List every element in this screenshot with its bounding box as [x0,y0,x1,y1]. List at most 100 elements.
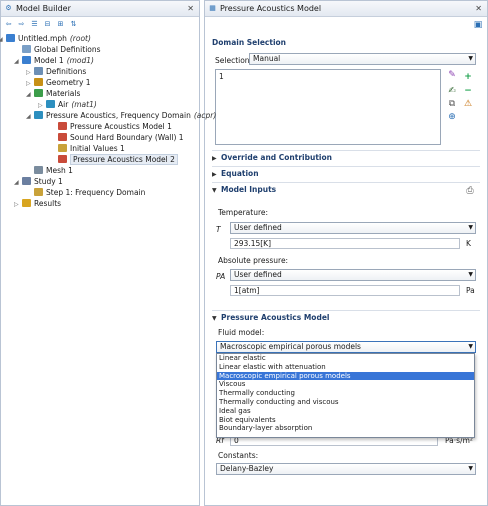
fluid-model-option[interactable]: Thermally conducting [217,389,474,398]
temperature-value: 293.15[K] [234,239,272,248]
tree-node[interactable]: ◢ Pressure Acoustics, Frequency Domain (ac… [26,110,216,121]
fluid-model-option[interactable]: Thermally conducting and viscous [217,398,474,407]
root-icon [6,34,15,42]
selection-combo-value: Manual [253,54,281,63]
close-icon[interactable]: ✕ [185,4,196,13]
material-icon [46,100,55,108]
tree-node-label: Global Definitions [34,45,101,54]
initial-values-icon [58,144,67,152]
results-icon [22,199,31,207]
domain-selection-header-label: Domain Selection [212,38,287,47]
override-header-label: Override and Contribution [221,153,332,162]
fluid-model-dropdown-list[interactable]: Linear elastic Linear elastic with attenu… [216,353,475,438]
tree-node-label: Definitions [46,67,87,76]
model-icon [22,56,31,64]
collapse-all-icon[interactable]: ⊟ [43,20,52,29]
pressure-acoustics-model-header[interactable]: ▼ Pressure Acoustics Model [212,311,480,325]
model-inputs-header[interactable]: ▼ Model Inputs [212,183,480,197]
close-icon[interactable]: ✕ [473,4,484,13]
remove-icon[interactable]: − [463,86,473,96]
domain-selection-header[interactable]: Domain Selection [212,36,480,50]
clear-selection-icon[interactable]: ⚠ [463,99,473,109]
tree-node-label: Initial Values 1 [70,144,125,153]
back-icon[interactable]: ⇦ [4,20,13,29]
equation-header-label: Equation [221,169,259,178]
tree-node[interactable]: ▷ Geometry 1 [26,77,91,88]
temperature-label: Temperature: [218,208,269,217]
activate-selection-icon[interactable]: ✎ [447,70,457,80]
tree-node[interactable]: ▷ Definitions [26,66,86,77]
model-inputs-header-label: Model Inputs [221,185,277,194]
tree-node[interactable]: ◢ Study 1 [14,176,63,187]
tree-node[interactable]: Pressure Acoustics Model 2 [50,154,178,165]
tree-node[interactable]: Initial Values 1 [50,143,125,154]
tree-node[interactable]: Step 1: Frequency Domain [26,187,145,198]
chevron-down-icon: ▼ [468,465,473,472]
tree-node-tag: (root) [69,34,91,43]
compute-icon[interactable]: ▣ [473,20,483,30]
global-icon [22,45,31,53]
domain-list-item[interactable]: 1 [219,72,224,81]
fluid-model-combo[interactable]: Macroscopic empirical porous models ▼ [216,341,476,353]
tree-node[interactable]: ◢ Model 1 (mod1) [14,55,94,66]
fluid-model-option[interactable]: Ideal gas [217,407,474,416]
pressure-value: 1[atm] [234,286,260,295]
show-icon[interactable]: ☰ [30,20,39,29]
fluid-model-option[interactable]: Viscous [217,380,474,389]
pressure-input[interactable]: 1[atm] [230,285,460,296]
constants-combo[interactable]: Delany-Bazley ▼ [216,463,476,475]
expand-toggle-icon[interactable]: ◢ [26,111,34,122]
tree-node-tag: (mat1) [71,100,97,109]
fluid-model-option[interactable]: Linear elastic with attenuation [217,363,474,372]
temperature-source-combo[interactable]: User defined ▼ [230,222,476,234]
domain-list[interactable]: 1 [215,69,441,145]
model-builder-toolbar: ⇦ ⇨ ☰ ⊟ ⊞ ⇅ [1,17,199,31]
model-builder-title: Model Builder [16,4,71,13]
tree-node[interactable]: Sound Hard Boundary (Wall) 1 [50,132,184,143]
expand-all-icon[interactable]: ⊞ [56,20,65,29]
model-input-icon[interactable]: ⎙ [465,186,475,196]
tree-node-label: Results [34,199,62,208]
expand-toggle-icon[interactable]: ◢ [26,89,34,100]
fluid-model-option[interactable]: Macroscopic empirical porous models [217,371,474,381]
add-icon[interactable]: + [463,72,473,82]
override-header[interactable]: ▶ Override and Contribution [212,151,480,165]
settings-icon: ▦ [209,4,216,12]
fluid-model-option[interactable]: Biot equivalents [217,416,474,425]
tree-node[interactable]: ▷ Results [14,198,61,209]
tree-node[interactable]: Pressure Acoustics Model 1 [50,121,172,132]
tree-node-label: Pressure Acoustics Model 1 [70,122,172,131]
temperature-input[interactable]: 293.15[K] [230,238,460,249]
tree-node[interactable]: ▷ Air (mat1) [38,99,97,110]
chevron-down-icon: ▼ [212,315,217,322]
chevron-down-icon: ▼ [212,187,217,194]
tree-node-label: Pressure Acoustics, Frequency Domain [46,111,191,120]
equation-header[interactable]: ▶ Equation [212,167,480,181]
tree-node-label: Air [58,100,69,109]
tree-node-label: Untitled.mph [18,34,67,43]
fluid-model-option[interactable]: Boundary-layer absorption [217,424,474,433]
chevron-down-icon: ▼ [468,271,473,278]
selection-combo[interactable]: Manual ▼ [249,53,476,65]
chevron-right-icon: ▶ [212,155,217,162]
tree-node[interactable]: ◢ Materials [26,88,80,99]
feature-icon [58,155,67,163]
forward-icon[interactable]: ⇨ [17,20,26,29]
paste-icon[interactable]: ⧉ [447,99,457,109]
tree-node[interactable]: Global Definitions [14,44,101,55]
tree-node[interactable]: Mesh 1 [26,165,73,176]
pressure-source-combo[interactable]: User defined ▼ [230,269,476,281]
tree-node[interactable]: ◢ Untitled.mph (root) [0,33,91,44]
fluid-model-option[interactable]: Linear elastic [217,354,474,363]
tree-node-label: Study 1 [34,177,63,186]
copy-icon[interactable]: ✍ [447,86,457,96]
expand-toggle-icon[interactable]: ▷ [14,199,22,210]
tree-node-tag: (mod1) [66,56,94,65]
chevron-right-icon: ▶ [212,171,217,178]
sort-icon[interactable]: ⇅ [69,20,78,29]
tree-node-label: Step 1: Frequency Domain [46,188,146,197]
expand-toggle-icon[interactable]: ◢ [14,177,22,188]
expand-toggle-icon[interactable]: ◢ [14,56,22,67]
zoom-to-selection-icon[interactable]: ⊕ [447,112,457,122]
model-builder-titlebar: ⚙ Model Builder ✕ [1,1,199,17]
